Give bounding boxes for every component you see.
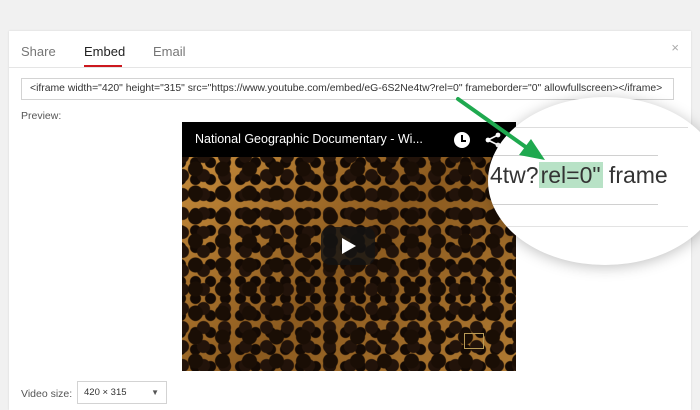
video-title[interactable]: National Geographic Documentary - Wi...	[195, 132, 423, 146]
tab-share[interactable]: Share	[21, 44, 56, 59]
watermark-icon	[464, 333, 484, 349]
magnified-text-before: 4tw?	[490, 162, 539, 188]
chevron-down-icon: ▼	[151, 388, 159, 397]
tab-bar: Share Embed Email	[9, 31, 691, 68]
highlighted-parameter: rel=0"	[538, 162, 603, 188]
preview-label: Preview:	[21, 110, 62, 122]
video-size-dropdown[interactable]: 420 × 315 ▼	[77, 381, 167, 404]
magnified-code-text: 4tw?rel=0" frame	[490, 162, 668, 189]
tab-embed[interactable]: Embed	[84, 44, 125, 59]
clock-icon[interactable]	[454, 132, 470, 148]
video-size-value: 420 × 315	[84, 387, 127, 398]
divider	[488, 127, 688, 128]
video-size-label: Video size:	[21, 388, 73, 400]
play-icon[interactable]	[321, 227, 375, 265]
tab-email[interactable]: Email	[153, 44, 186, 59]
video-preview[interactable]: National Geographic Documentary - Wi...	[182, 122, 516, 371]
magnified-text-after: frame	[602, 162, 668, 188]
active-tab-indicator	[84, 65, 122, 67]
close-icon[interactable]: ×	[671, 40, 679, 55]
embed-code-field[interactable]: <iframe width="420" height="315" src="ht…	[21, 78, 674, 100]
divider	[488, 226, 688, 227]
